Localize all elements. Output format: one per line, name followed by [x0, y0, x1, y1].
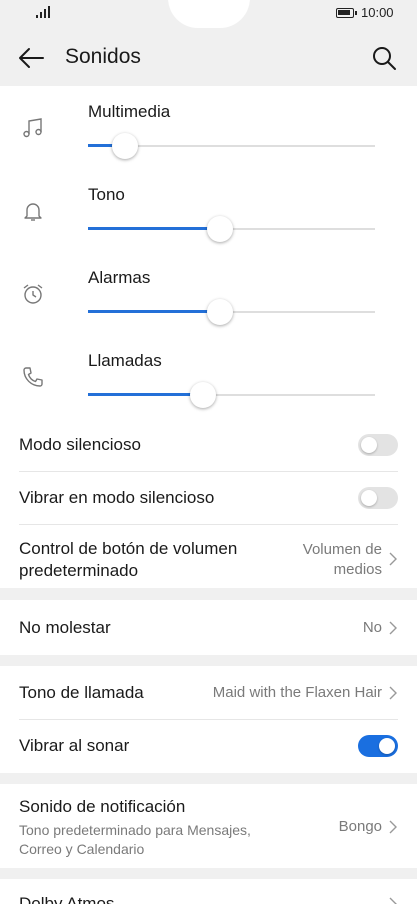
- slider-fill: [88, 310, 221, 313]
- vibrate-silent-row[interactable]: Vibrar en modo silencioso: [19, 487, 398, 523]
- vibrate-ring-label: Vibrar al sonar: [19, 736, 130, 755]
- volume-button-value-line2: medios: [333, 561, 382, 578]
- volume-label-ringtone: Tono: [88, 185, 125, 204]
- battery-icon: [336, 8, 357, 18]
- notification-sub-line2: Correo y Calendario: [19, 841, 145, 857]
- volume-row-alarms: Alarmas: [0, 268, 417, 351]
- notification-sound-row[interactable]: Sonido de notificación Tono predetermina…: [19, 796, 398, 858]
- volume-button-value-line1: Volumen de: [302, 541, 382, 558]
- vibrate-ring-toggle[interactable]: [358, 735, 398, 757]
- volume-label-multimedia: Multimedia: [88, 102, 171, 121]
- volume-row-ringtone: Tono: [0, 185, 417, 268]
- dolby-row[interactable]: Dolby Atmos: [19, 893, 398, 904]
- music-note-icon: [23, 118, 42, 138]
- notification-label: Sonido de notificación: [19, 797, 186, 816]
- ringtone-label: Tono de llamada: [19, 683, 144, 702]
- page-title: Sonidos: [65, 45, 141, 68]
- notification-section: Sonido de notificación Tono predetermina…: [0, 784, 417, 868]
- chevron-right-icon: [389, 621, 397, 635]
- dolby-label: Dolby Atmos: [19, 894, 115, 904]
- ringtone-row[interactable]: Tono de llamada Maid with the Flaxen Hai…: [19, 682, 398, 706]
- app-header: Sonidos: [0, 32, 417, 84]
- slider-thumb[interactable]: [189, 382, 216, 408]
- sounds-settings-screen: 10:00 Sonidos Multimedia Tono Alarmas Ll…: [0, 0, 417, 904]
- status-time: 10:00: [361, 5, 394, 20]
- dnd-section: No molestar No: [0, 600, 417, 655]
- divider: [19, 524, 398, 525]
- chevron-right-icon: [389, 552, 397, 566]
- status-bar: 10:00: [0, 0, 417, 32]
- dnd-label: No molestar: [19, 618, 111, 637]
- volume-label-alarms: Alarmas: [88, 268, 151, 287]
- dnd-value: No: [362, 619, 382, 636]
- chevron-right-icon: [389, 686, 397, 700]
- volume-button-value: Volumen de medios: [303, 540, 382, 580]
- silent-mode-label: Modo silencioso: [19, 435, 141, 454]
- silent-mode-toggle[interactable]: [358, 434, 398, 456]
- ringtone-value: Maid with the Flaxen Hair: [212, 684, 382, 701]
- vibrate-silent-toggle[interactable]: [358, 487, 398, 509]
- slider-thumb[interactable]: [112, 133, 139, 159]
- notification-value: Bongo: [338, 818, 382, 835]
- slider-fill: [88, 393, 203, 396]
- divider: [19, 719, 398, 720]
- slider-thumb[interactable]: [207, 216, 234, 242]
- dnd-row[interactable]: No molestar No: [19, 617, 398, 641]
- search-icon[interactable]: [370, 44, 398, 72]
- vibrate-silent-label: Vibrar en modo silencioso: [19, 488, 215, 507]
- chevron-right-icon: [389, 897, 397, 904]
- chevron-right-icon: [389, 820, 397, 834]
- dolby-section: Dolby Atmos: [0, 879, 417, 904]
- volume-label-calls: Llamadas: [88, 351, 162, 370]
- vibrate-ring-row[interactable]: Vibrar al sonar: [19, 735, 398, 759]
- back-arrow-icon[interactable]: [16, 44, 46, 72]
- bell-icon: [24, 203, 42, 221]
- phone-icon: [23, 367, 43, 387]
- volume-row-multimedia: Multimedia: [0, 102, 417, 185]
- camera-notch: [168, 0, 250, 28]
- call-volume-slider[interactable]: [88, 382, 375, 408]
- volume-row-calls: Llamadas: [0, 351, 417, 434]
- signal-icon: [36, 6, 50, 18]
- divider: [19, 471, 398, 472]
- alarm-clock-icon: [23, 284, 43, 304]
- volume-section: Multimedia Tono Alarmas Llamadas Modo si…: [0, 86, 417, 588]
- volume-button-control-row[interactable]: Control de botón de volumen predetermina…: [19, 538, 398, 582]
- ringtone-section: Tono de llamada Maid with the Flaxen Hai…: [0, 666, 417, 773]
- silent-mode-row[interactable]: Modo silencioso: [19, 434, 398, 470]
- alarm-volume-slider[interactable]: [88, 299, 375, 325]
- slider-fill: [88, 227, 221, 230]
- ringtone-volume-slider[interactable]: [88, 216, 375, 242]
- multimedia-volume-slider[interactable]: [88, 133, 375, 159]
- slider-thumb[interactable]: [207, 299, 234, 325]
